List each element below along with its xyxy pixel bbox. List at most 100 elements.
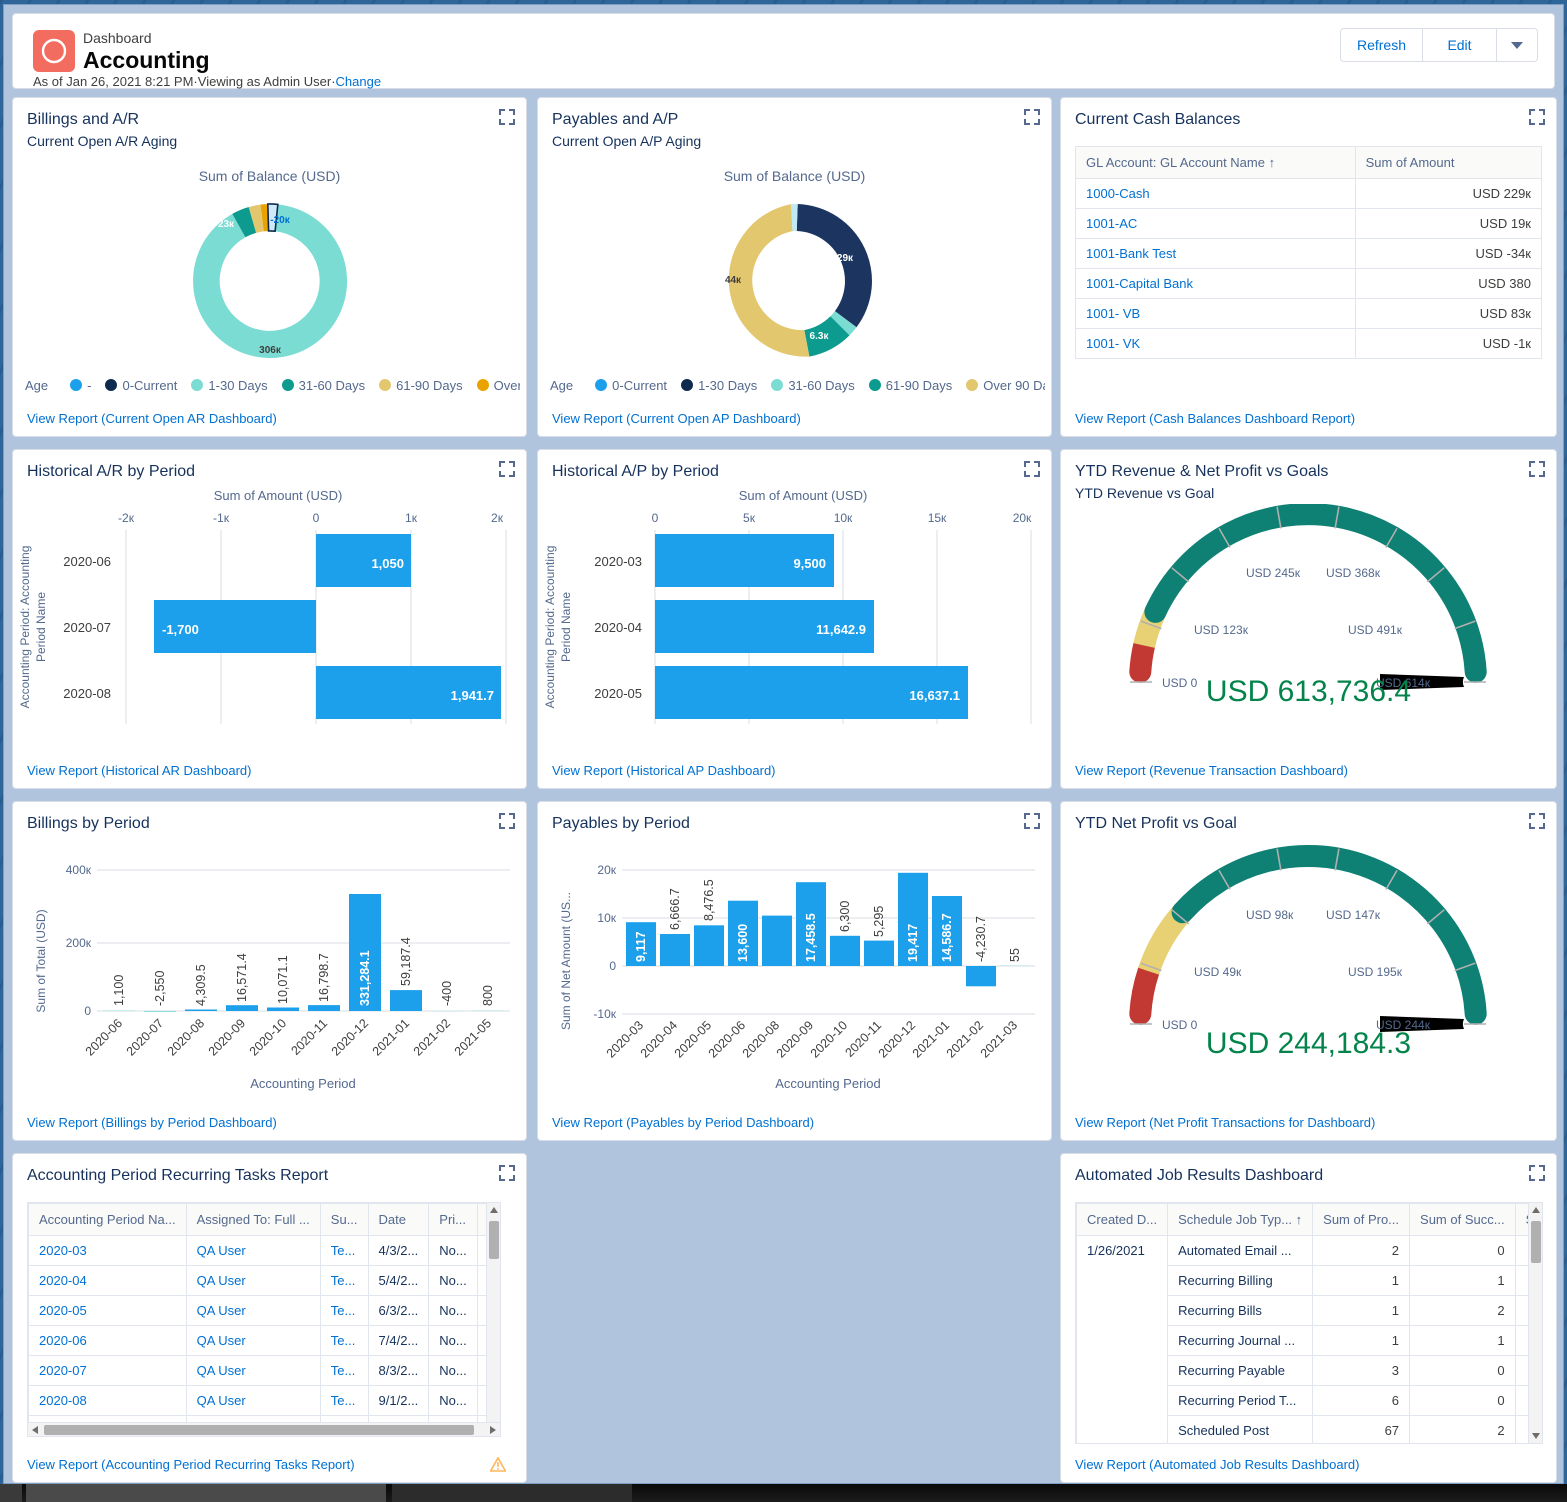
legend-item-61-90[interactable]: 61-90 Days [868,378,952,393]
bar-2020-10[interactable] [830,935,860,966]
column-header-subject[interactable]: Su... [319,1203,369,1236]
recurring-tasks-scroll-region[interactable]: Accounting Period Na... Assigned To: Ful… [27,1202,501,1437]
refresh-button[interactable]: Refresh [1340,29,1423,61]
warning-icon[interactable] [490,1457,506,1472]
edit-button[interactable]: Edit [1423,29,1497,61]
expand-icon[interactable] [1023,812,1041,830]
bar-2020-11[interactable] [864,940,894,966]
expand-icon[interactable] [498,460,516,478]
column-header-assigned-to[interactable]: Assigned To: Full ... [185,1203,321,1236]
cell-period-name[interactable]: 2020-07 [28,1355,187,1386]
bar-2020-04[interactable] [660,934,690,966]
bar-2020-07[interactable] [144,1011,176,1012]
legend-item-dash[interactable]: - [70,378,91,393]
cell-assigned-to[interactable]: QA User [185,1235,321,1266]
column-header-created-date[interactable]: Created D... [1076,1203,1169,1236]
taskbar-item[interactable] [392,1484,632,1502]
cell-gl-account[interactable]: 1001- VK [1075,328,1356,359]
cell-gl-account[interactable]: 1000-Cash [1075,178,1356,209]
column-header-sum-success[interactable]: Sum of Succ... [1409,1203,1516,1236]
view-report-link[interactable]: View Report (Revenue Transaction Dashboa… [1075,763,1348,778]
historical-ar-chart[interactable]: Sum of Amount (USD) -2к -1к 0 1к 2к Acco… [13,486,526,736]
expand-icon[interactable] [1023,108,1041,126]
scroll-up-icon[interactable] [1532,1207,1540,1213]
cell-subject[interactable]: Te... [319,1325,369,1356]
table-row[interactable]: 1001- VK USD -1к [1075,328,1542,359]
legend-item-1-30[interactable]: 1-30 Days [191,378,268,393]
table-row[interactable]: 2020-04QA UserTe...5/4/2...No...Not St..… [28,1265,500,1296]
expand-icon[interactable] [1528,1164,1546,1182]
view-report-link[interactable]: View Report (Payables by Period Dashboar… [552,1115,814,1130]
cell-gl-account[interactable]: 1001-Capital Bank [1075,268,1356,299]
cell-subject[interactable]: Te... [319,1295,369,1326]
expand-icon[interactable] [1528,812,1546,830]
cell-assigned-to[interactable]: QA User [185,1295,321,1326]
scroll-left-icon[interactable] [32,1426,38,1434]
vertical-scrollbar[interactable] [486,1203,500,1436]
bar-2020-09[interactable] [226,1005,258,1011]
scrollbar-thumb[interactable] [489,1221,499,1259]
table-row[interactable]: 2020-06QA UserTe...7/4/2...No...Not St..… [28,1325,500,1356]
billings-by-period-chart[interactable]: Sum of Total (USD) 400к 200к 0 1,100 -2,… [13,836,526,1116]
table-row[interactable]: 1/26/2021Automated Email ...202 [1076,1235,1542,1443]
view-report-link[interactable]: View Report (Cash Balances Dashboard Rep… [1075,411,1355,426]
view-report-link[interactable]: View Report (Automated Job Results Dashb… [1075,1457,1359,1472]
cell-subject[interactable]: Te... [319,1385,369,1416]
cell-period-name[interactable]: 2020-03 [28,1235,187,1266]
legend-item-over-90[interactable]: Over 90 D. [476,378,520,393]
cell-assigned-to[interactable]: QA User [185,1325,321,1356]
expand-icon[interactable] [1023,460,1041,478]
bar-2020-11[interactable] [308,1005,340,1011]
scrollbar-thumb[interactable] [44,1425,474,1435]
vertical-scrollbar[interactable] [1528,1203,1542,1443]
view-report-link[interactable]: View Report (Current Open AR Dashboard) [27,411,277,426]
horizontal-scrollbar[interactable] [28,1422,500,1436]
table-row[interactable]: 1001-Capital Bank USD 380 [1075,268,1542,299]
cell-assigned-to[interactable]: QA User [185,1385,321,1416]
legend-item-31-60[interactable]: 31-60 Days [281,378,365,393]
view-report-link[interactable]: View Report (Accounting Period Recurring… [27,1457,355,1472]
view-report-link[interactable]: View Report (Current Open AP Dashboard) [552,411,801,426]
bar-2021-02[interactable] [966,966,996,987]
scrollbar-thumb[interactable] [1531,1221,1541,1263]
cell-gl-account[interactable]: 1001-AC [1075,208,1356,239]
table-row[interactable]: 1001- VB USD 83к [1075,298,1542,329]
bar-2020-10[interactable] [267,1007,299,1012]
taskbar-item[interactable] [26,1484,386,1502]
change-viewer-link[interactable]: Change [336,74,382,89]
view-report-link[interactable]: View Report (Historical AP Dashboard) [552,763,776,778]
cell-period-name[interactable]: 2020-06 [28,1325,187,1356]
cell-gl-account[interactable]: 1001- VB [1075,298,1356,329]
legend-item-31-60[interactable]: 31-60 Days [771,378,855,393]
scroll-right-icon[interactable] [490,1426,496,1434]
bar-2020-08[interactable] [185,1009,217,1012]
expand-icon[interactable] [1528,460,1546,478]
historical-ap-chart[interactable]: Sum of Amount (USD) 0 5к 10к 15к 20к Acc… [538,486,1051,736]
cell-period-name[interactable]: 2020-04 [28,1265,187,1296]
cell-subject[interactable]: Te... [319,1235,369,1266]
table-row[interactable]: 1001-AC USD 19к [1075,208,1542,239]
legend-item-61-90[interactable]: 61-90 Days [379,378,463,393]
ar-aging-donut-chart[interactable]: 23к -20к 306к [13,186,527,376]
view-report-link[interactable]: View Report (Historical AR Dashboard) [27,763,251,778]
view-report-link[interactable]: View Report (Billings by Period Dashboar… [27,1115,277,1130]
os-taskbar[interactable] [0,1484,1567,1502]
bar-2020-05[interactable] [694,925,724,966]
expand-icon[interactable] [498,1164,516,1182]
cell-subject[interactable]: Te... [319,1355,369,1386]
taskbar-item[interactable] [0,1484,22,1502]
cell-period-name[interactable]: 2020-05 [28,1295,187,1326]
cell-gl-account[interactable]: 1001-Bank Test [1075,238,1356,269]
column-header-sum-processed[interactable]: Sum of Pro... [1312,1203,1411,1236]
more-actions-button[interactable] [1497,29,1537,61]
bar-2020-08[interactable] [762,915,792,966]
ap-aging-donut-chart[interactable]: 29к 6.3к 44к [538,186,1052,376]
payables-by-period-chart[interactable]: Sum of Net Amount (US... 20к 10к 0 -10к [538,836,1051,1116]
column-header-date[interactable]: Date [367,1203,430,1236]
scroll-down-icon[interactable] [1532,1433,1540,1439]
table-row[interactable]: 2020-05QA UserTe...6/3/2...No...Not St..… [28,1295,500,1326]
expand-icon[interactable] [498,108,516,126]
scroll-up-icon[interactable] [490,1207,498,1213]
column-header-period-name[interactable]: Accounting Period Na... [28,1203,187,1236]
legend-item-0-current[interactable]: 0-Current [105,378,177,393]
